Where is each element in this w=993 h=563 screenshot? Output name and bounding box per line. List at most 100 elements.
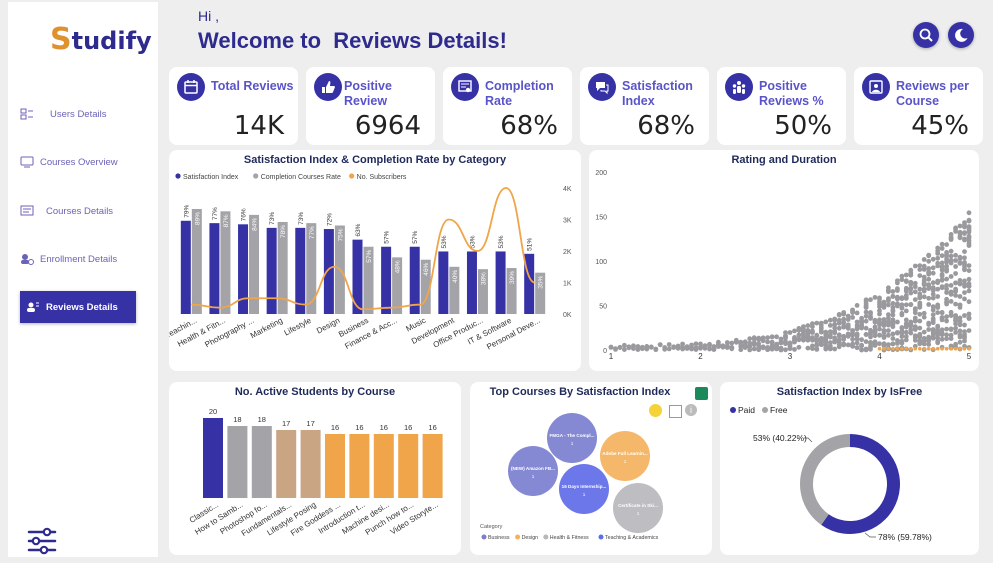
- data-label-satisfaction: 72%: [326, 213, 333, 226]
- scatter-point: [926, 327, 932, 332]
- legend-marker: [762, 407, 768, 413]
- kpi-value: 45%: [911, 111, 969, 141]
- scatter-point: [787, 341, 793, 347]
- scatter-point: [751, 340, 757, 346]
- sidebar: Studify Users Details Courses Overview C…: [8, 2, 158, 557]
- scatter-point: [944, 336, 949, 342]
- scatter-point: [796, 337, 802, 343]
- y-tick-label: 100: [595, 259, 607, 266]
- scatter-point: [957, 339, 963, 345]
- scatter-point: [957, 322, 963, 328]
- kpi-label: Completion Rate: [485, 79, 554, 108]
- sidebar-item-users-details[interactable]: Users Details: [20, 99, 136, 129]
- scatter-point: [957, 260, 963, 266]
- scatter-point: [957, 328, 963, 334]
- x-tick-label: 4: [877, 352, 882, 361]
- scatter-point: [886, 332, 891, 338]
- scatter-point: [765, 339, 770, 345]
- legend-marker: [598, 534, 604, 540]
- scatter-point: [908, 279, 914, 285]
- sidebar-item-reviews-details[interactable]: Reviews Details: [20, 291, 136, 323]
- scatter-point: [818, 323, 824, 328]
- scatter-point: [868, 310, 873, 315]
- scatter-point: [832, 339, 838, 345]
- scatter-point: [823, 319, 829, 325]
- legend-label: Completion Courses Rate: [261, 174, 341, 181]
- x-tick-label: 1: [609, 352, 614, 361]
- bar-active-students: [203, 418, 223, 498]
- chart-card-isfree: Satisfaction Index by IsFree Paid Free 78…: [720, 382, 979, 555]
- scatter-point: [823, 331, 829, 337]
- scatter-point: [702, 344, 708, 350]
- scatter-point: [930, 329, 936, 335]
- search-button[interactable]: [913, 22, 939, 48]
- sidebar-item-courses-details[interactable]: Courses Details: [20, 196, 136, 226]
- scatter-point: [912, 289, 918, 295]
- scatter-point: [899, 296, 905, 302]
- bar-satisfaction: [466, 251, 477, 314]
- search-icon: [919, 28, 933, 42]
- x-tick-label: 2: [698, 352, 703, 361]
- scatter-point: [877, 341, 882, 347]
- scatter-point: [939, 241, 945, 247]
- scatter-point: [613, 346, 618, 352]
- scatter-point: [966, 218, 972, 224]
- scatter-point: [765, 335, 770, 341]
- scatter-point: [926, 258, 932, 264]
- scatter-point: [926, 270, 932, 275]
- scatter-point: [827, 343, 833, 349]
- scatter-point: [930, 280, 936, 286]
- scatter-point: [832, 346, 838, 352]
- scatter-point: [845, 331, 851, 337]
- scatter-point: [877, 320, 882, 326]
- group-icon: [725, 73, 753, 101]
- bubble: [508, 446, 558, 496]
- data-label-satisfaction: 76%: [241, 208, 248, 221]
- top-courses-bubble-chart: FMGA - The Compl... 1 Adobe Full Learnin..…: [480, 413, 663, 541]
- y-tick-label: 200: [595, 170, 607, 177]
- scatter-point: [836, 312, 842, 317]
- scatter-point: [886, 289, 891, 295]
- sliders-settings-icon[interactable]: [27, 527, 57, 555]
- scatter-point: [903, 295, 909, 301]
- scatter-point: [948, 289, 954, 295]
- scatter-point: [877, 301, 882, 307]
- scatter-point: [801, 332, 806, 338]
- scatter-point: [935, 245, 941, 251]
- sidebar-item-label: Enrollment Details: [40, 253, 118, 265]
- leader-line: [864, 532, 876, 538]
- scatter-point: [863, 313, 869, 319]
- data-label-satisfaction: 53%: [498, 235, 505, 248]
- scatter-point: [707, 346, 712, 352]
- dark-mode-button[interactable]: [948, 22, 974, 48]
- scatter-point: [796, 327, 802, 333]
- scatter-point: [738, 344, 744, 349]
- scatter-point: [778, 340, 784, 346]
- thumbs-up-icon: [314, 73, 342, 101]
- scatter-point: [877, 311, 882, 317]
- scatter-point: [845, 322, 851, 328]
- scatter-point: [926, 276, 932, 282]
- active-students-bar-chart: 20 18 18 17 17 16 16 16 16 16 Classic...How to Sa…: [188, 407, 443, 538]
- bar-active-students: [422, 434, 443, 498]
- scatter-point: [608, 344, 614, 350]
- scatter-point: [953, 288, 958, 294]
- sidebar-item-courses-overview[interactable]: Courses Overview: [20, 147, 136, 177]
- data-label: 20: [209, 407, 217, 416]
- scatter-point: [787, 330, 793, 335]
- bubble-label: 16 Days Internship...: [562, 484, 607, 489]
- chart-card-category: Satisfaction Index & Completion Rate by …: [169, 150, 581, 371]
- scatter-point: [765, 347, 770, 353]
- scatter-point: [912, 333, 918, 339]
- scatter-point: [872, 330, 878, 335]
- scatter-point: [653, 347, 659, 353]
- scatter-point: [939, 260, 945, 266]
- scatter-point: [921, 257, 927, 262]
- scatter-point: [966, 224, 972, 229]
- scatter-point: [854, 310, 860, 316]
- sidebar-item-label: Users Details: [50, 108, 107, 120]
- scatter-point: [792, 328, 797, 334]
- sidebar-item-enrollment-details[interactable]: Enrollment Details: [20, 244, 136, 274]
- scatter-point: [886, 322, 891, 328]
- scatter-point: [966, 328, 972, 333]
